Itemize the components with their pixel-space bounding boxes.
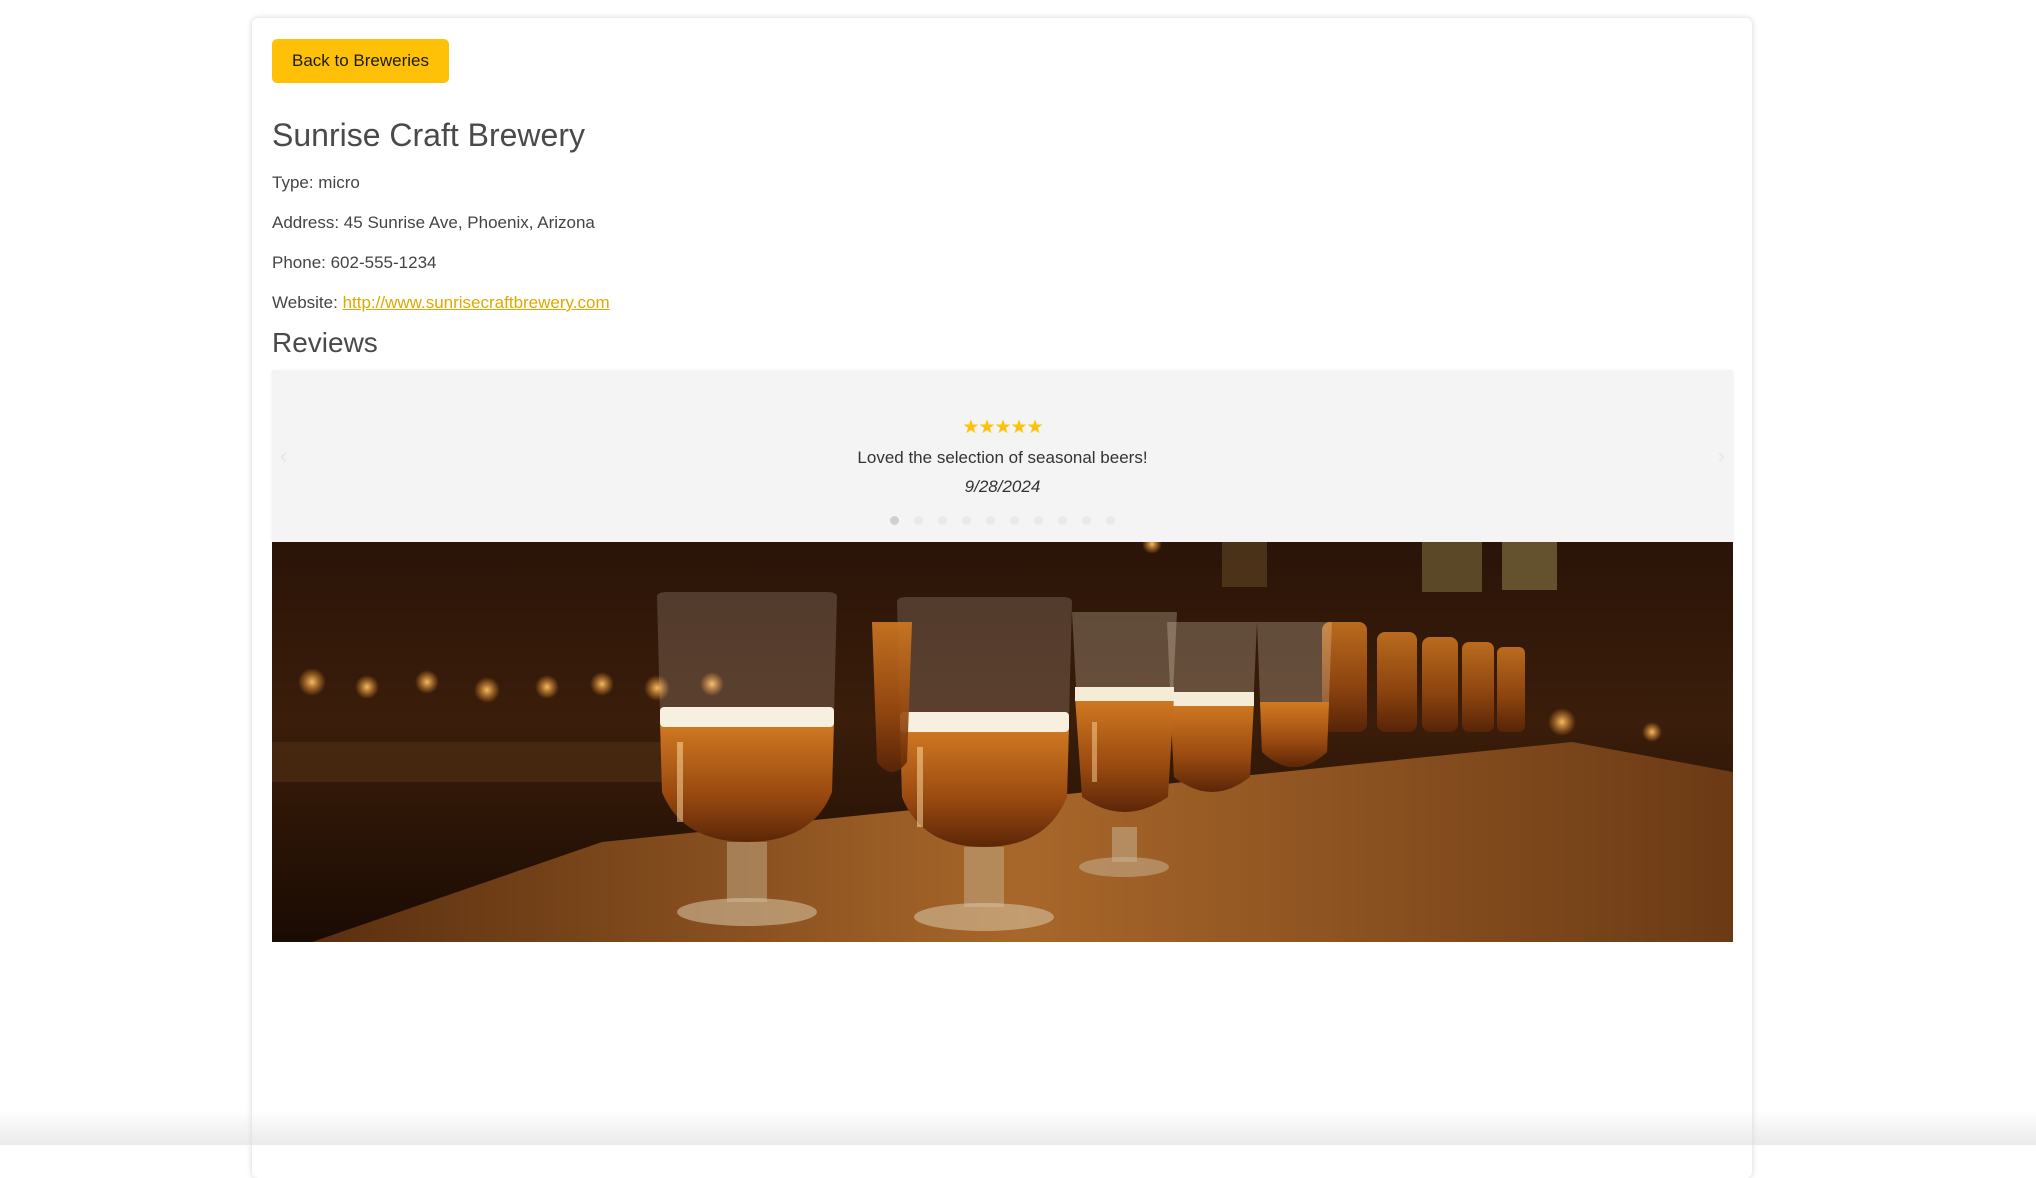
- brewery-phone: Phone: 602-555-1234: [272, 253, 437, 272]
- carousel-dot[interactable]: [1106, 516, 1115, 525]
- carousel-dot[interactable]: [1034, 516, 1043, 525]
- chevron-right-icon[interactable]: ›: [1718, 445, 1725, 467]
- brewery-detail-card: Back to Breweries Sunrise Craft Brewery …: [252, 18, 1752, 1178]
- carousel-dot[interactable]: [962, 516, 971, 525]
- star-rating-icon: ★★★★★: [962, 417, 1043, 438]
- carousel-dots: [272, 516, 1733, 525]
- carousel-dot[interactable]: [938, 516, 947, 525]
- brewery-website: Website: http://www.sunrisecraftbrewery.…: [272, 294, 610, 311]
- carousel-dot[interactable]: [1010, 516, 1019, 525]
- brewery-name: Sunrise Craft Brewery: [272, 117, 585, 153]
- page-bottom-shadow: [0, 1110, 2036, 1145]
- review-text: Loved the selection of seasonal beers!: [857, 448, 1148, 467]
- review-date: 9/28/2024: [964, 477, 1041, 496]
- reviews-carousel: ‹ ★★★★★ Loved the selection of seasonal …: [272, 370, 1733, 541]
- website-label: Website:: [272, 293, 343, 312]
- carousel-dot[interactable]: [986, 516, 995, 525]
- carousel-dot[interactable]: [890, 516, 899, 525]
- website-link[interactable]: http://www.sunrisecraftbrewery.com: [343, 293, 610, 312]
- carousel-dot[interactable]: [914, 516, 923, 525]
- carousel-dot[interactable]: [1058, 516, 1067, 525]
- reviews-heading: Reviews: [272, 327, 378, 358]
- brewery-address: Address: 45 Sunrise Ave, Phoenix, Arizon…: [272, 213, 595, 232]
- beer-glasses-hero-image: [272, 542, 1733, 942]
- brewery-type: Type: micro: [272, 173, 360, 192]
- carousel-dot[interactable]: [1082, 516, 1091, 525]
- back-to-breweries-button[interactable]: Back to Breweries: [272, 39, 449, 83]
